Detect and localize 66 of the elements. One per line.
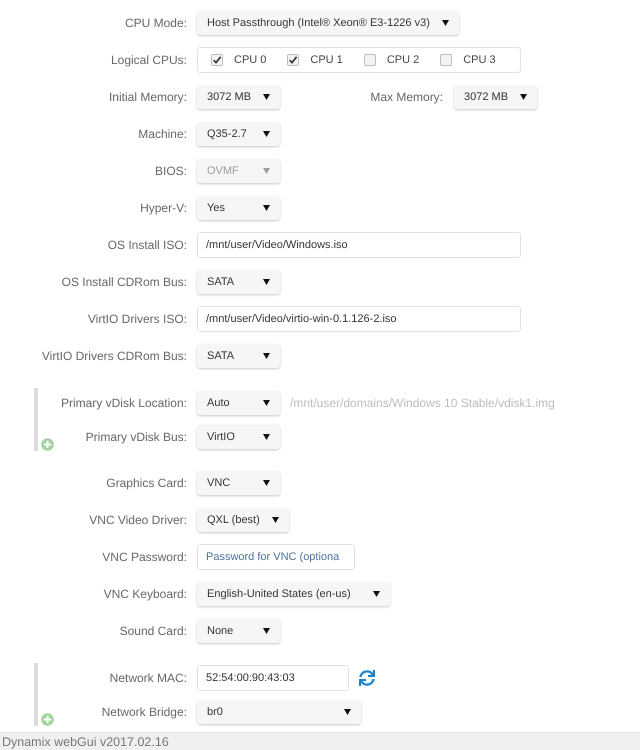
dropdown[interactable]: Auto	[197, 391, 280, 415]
field-label: Graphics Card:	[106, 476, 187, 490]
group-bar	[34, 663, 38, 726]
field-label: VirtIO Drivers CDRom Bus:	[42, 348, 187, 362]
text-field[interactable]: 52:54:00:90:43:03	[197, 665, 349, 691]
caret-icon	[263, 434, 270, 440]
dropdown[interactable]: Yes	[197, 196, 280, 220]
refresh-icon[interactable]	[359, 670, 375, 686]
field-label: Primary vDisk Bus:	[86, 430, 187, 444]
dropdown[interactable]: English-United States (en-us)	[197, 582, 390, 606]
dropdown[interactable]: Q35-2.7	[197, 122, 280, 146]
text-field[interactable]: Password for VNC (optiona	[197, 544, 355, 570]
caret-icon	[272, 516, 279, 522]
checkbox-label: CPU 1	[310, 54, 343, 66]
field-label: Machine:	[138, 126, 187, 140]
field-label: VNC Password:	[102, 550, 187, 564]
dropdown[interactable]: QXL (best)	[197, 508, 289, 532]
caret-icon	[263, 352, 270, 358]
field-label: Network Bridge:	[102, 705, 187, 719]
dropdown[interactable]: 3072 MB	[454, 84, 538, 108]
field-label: BIOS:	[154, 164, 187, 178]
dropdown[interactable]: 3072 MB	[197, 84, 280, 108]
checkbox[interactable]	[364, 54, 376, 66]
field-label: Sound Card:	[120, 624, 187, 638]
footer-text: Dynamix webGui v2017.02.16	[2, 734, 169, 748]
field-label: Logical CPUs:	[110, 52, 187, 66]
checkbox[interactable]	[287, 54, 300, 66]
field-label: VNC Video Driver:	[89, 512, 187, 526]
field-label: VirtIO Drivers ISO:	[88, 312, 187, 326]
caret-icon	[263, 94, 270, 100]
checkbox-label: CPU 2	[386, 54, 420, 66]
checkbox[interactable]	[440, 54, 452, 66]
dropdown[interactable]: SATA	[197, 270, 280, 294]
caret-icon	[373, 590, 380, 596]
caret-icon	[442, 20, 449, 26]
checkbox-label: CPU 3	[463, 54, 496, 66]
caret-icon	[344, 709, 351, 715]
dropdown[interactable]: Host Passthrough (Intel® Xeon® E3-1226 v3)	[197, 10, 459, 34]
caret-icon	[263, 278, 270, 284]
dropdown[interactable]: br0	[197, 700, 361, 724]
field-label: OS Install CDRom Bus:	[62, 274, 187, 288]
field-label: OS Install ISO:	[108, 238, 187, 252]
field-label: Primary vDisk Location:	[60, 396, 187, 410]
caret-icon	[263, 400, 270, 406]
dropdown[interactable]: None	[197, 618, 280, 642]
field-label: Max Memory:	[370, 90, 444, 104]
caret-icon	[263, 628, 270, 634]
field-label: Hyper-V:	[140, 200, 187, 214]
caret-icon	[520, 94, 528, 100]
caret-icon	[263, 130, 270, 136]
group-bar	[34, 388, 38, 451]
field-label: Network MAC:	[110, 671, 187, 685]
checkbox-label: CPU 0	[234, 54, 266, 66]
dropdown[interactable]: VirtIO	[197, 425, 280, 449]
checkbox[interactable]	[211, 54, 223, 66]
caret-icon	[263, 480, 270, 486]
caret-icon	[263, 204, 270, 210]
dropdown[interactable]: SATA	[197, 344, 280, 368]
field-label: VNC Keyboard:	[104, 586, 187, 600]
caret-icon	[263, 168, 270, 174]
field-label: CPU Mode:	[124, 16, 187, 30]
text-field[interactable]: /mnt/user/Video/virtio-win-0.1.126-2.iso	[197, 306, 521, 332]
path-text: /mnt/user/domains/Windows 10 Stable/vdisk1.img	[290, 396, 555, 410]
text-field[interactable]: /mnt/user/Video/Windows.iso	[197, 232, 521, 258]
dropdown[interactable]: VNC	[197, 470, 280, 494]
field-label: Initial Memory:	[108, 90, 187, 104]
